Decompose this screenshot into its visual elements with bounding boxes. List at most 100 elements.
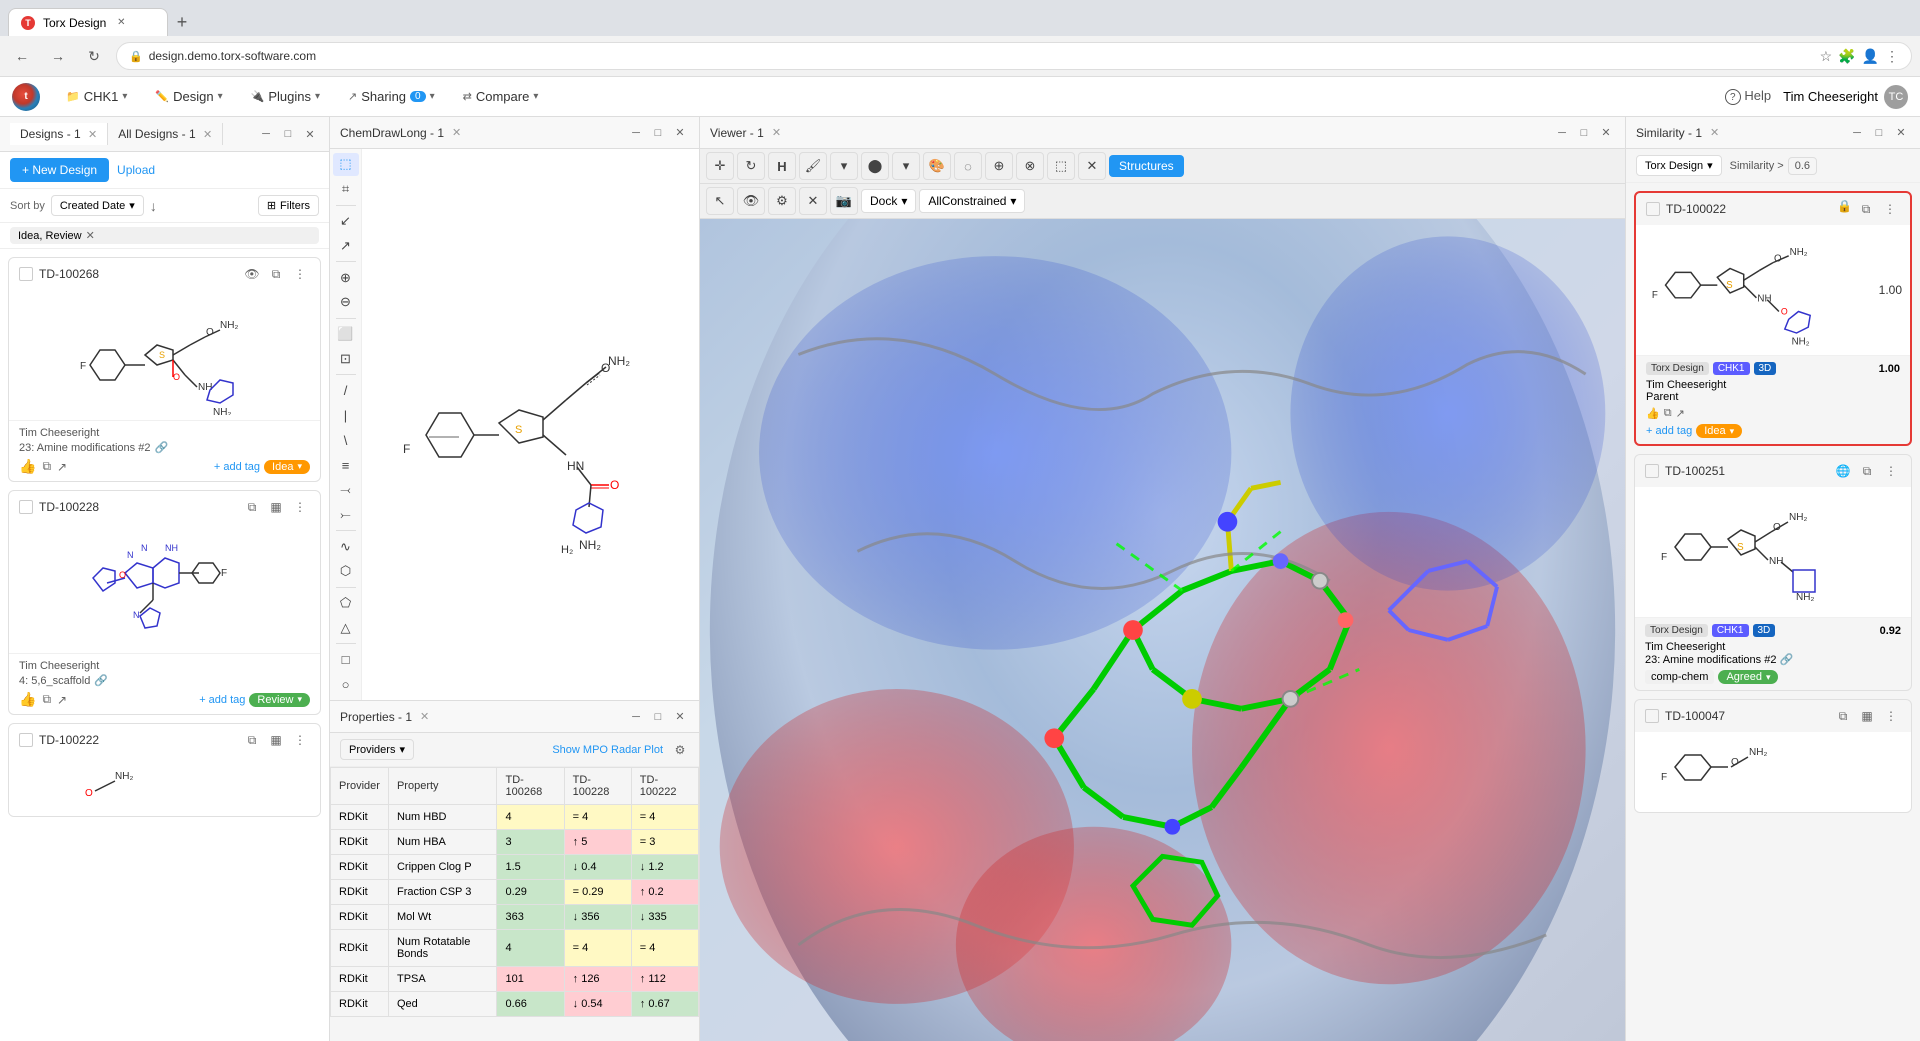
viewer-tool-palette[interactable]: 🎨 [923, 152, 951, 180]
viewer-tool-gear[interactable]: ⚙ [768, 187, 796, 215]
sim-copy-btn-2[interactable]: ⧉ [1857, 461, 1877, 481]
tool-bond5[interactable]: ⤙ [333, 479, 359, 502]
3d-viewer[interactable] [700, 219, 1625, 1041]
design-checkbox-2[interactable] [19, 500, 33, 514]
viewer-tool-sphere[interactable]: ⬤ [861, 152, 889, 180]
tool-erase[interactable]: ⬜ [333, 323, 359, 346]
tool-bond6[interactable]: ⤚ [333, 503, 359, 526]
properties-close[interactable]: ✕ [671, 708, 689, 726]
tag-filter-close[interactable]: ✕ [86, 229, 95, 242]
design-more-btn-2[interactable]: ⋮ [290, 497, 310, 517]
viewer-tool-crosshair[interactable]: ⊗ [1016, 152, 1044, 180]
chemdraw-tab-close[interactable]: ✕ [452, 126, 461, 139]
similarity-tab-close[interactable]: ✕ [1710, 126, 1719, 139]
sort-select[interactable]: Created Date ▾ [51, 195, 144, 216]
design-more-btn-1[interactable]: ⋮ [290, 264, 310, 284]
tool-pentagon[interactable]: ⬠ [333, 592, 359, 615]
active-tab[interactable]: T Torx Design ✕ [8, 8, 168, 36]
dock-dropdown[interactable]: Dock ▾ [861, 189, 916, 213]
structures-button[interactable]: Structures [1109, 155, 1184, 177]
design-grid-btn-2[interactable]: ▦ [266, 497, 286, 517]
tab-close-btn[interactable]: ✕ [114, 16, 128, 30]
sim-thumb-1[interactable]: 👍 [1646, 407, 1660, 420]
sim-source-select[interactable]: Torx Design ▾ [1636, 155, 1722, 176]
help-button[interactable]: ? Help [1725, 88, 1771, 106]
sim-checkbox-2[interactable] [1645, 464, 1659, 478]
sort-direction-btn[interactable]: ↓ [150, 198, 157, 214]
tag-badge-review-2[interactable]: Review ▾ [249, 693, 310, 707]
share-1[interactable]: ↗ [57, 460, 67, 474]
chemdraw-maximize[interactable]: □ [649, 124, 667, 142]
thumb-up-1[interactable]: 👍 [19, 458, 36, 475]
tool-zoom-in[interactable]: ⊕ [333, 266, 359, 289]
sim-copy-btn-1[interactable]: ⧉ [1856, 199, 1876, 219]
sim-more-btn-1[interactable]: ⋮ [1880, 199, 1900, 219]
tag-filter[interactable]: Idea, Review ✕ [10, 227, 319, 244]
sim-copy-1[interactable]: ⧉ [1664, 407, 1672, 420]
tool-bond2[interactable]: | [333, 404, 359, 427]
chk1-dropdown[interactable]: 📁 CHK1 ▾ [56, 85, 137, 108]
sim-more-btn-3[interactable]: ⋮ [1881, 706, 1901, 726]
back-button[interactable]: ← [8, 42, 36, 70]
plugins-dropdown[interactable]: 🔌 Plugins ▾ [241, 85, 330, 108]
add-tag-2[interactable]: + add tag [199, 694, 245, 706]
sim-checkbox-3[interactable] [1645, 709, 1659, 723]
sim-checkbox-1[interactable] [1646, 202, 1660, 216]
tool-atom[interactable]: ⊡ [333, 348, 359, 371]
sim-series-link-2[interactable]: 🔗 [1780, 654, 1794, 666]
viewer-tool-surface[interactable]: ◌ [954, 152, 982, 180]
user-menu-button[interactable]: Tim Cheeseright TC [1783, 85, 1908, 109]
sim-copy-btn-3[interactable]: ⧉ [1833, 706, 1853, 726]
viewer-tool-rotate[interactable]: ↻ [737, 152, 765, 180]
viewer-minimize[interactable]: ─ [1553, 124, 1571, 142]
tool-bond3[interactable]: \ [333, 429, 359, 452]
lock-icon-1[interactable]: 🔒 [1837, 199, 1852, 219]
viewer-tool-move[interactable]: ✛ [706, 152, 734, 180]
designs-panel-minimize[interactable]: ─ [257, 125, 275, 143]
copy-link-2[interactable]: ⧉ [42, 692, 51, 707]
url-bar[interactable]: 🔒 design.demo.torx-software.com ☆ 🧩 👤 ⋮ [116, 42, 1912, 70]
sim-more-btn-2[interactable]: ⋮ [1881, 461, 1901, 481]
copy-link-1[interactable]: ⧉ [42, 459, 51, 474]
sharing-dropdown[interactable]: ↗ Sharing 0 ▾ [338, 85, 445, 108]
design-more-btn-3[interactable]: ⋮ [290, 730, 310, 750]
sim-add-tag-1[interactable]: + add tag [1646, 425, 1692, 437]
design-copy-btn-2[interactable]: ⧉ [242, 497, 262, 517]
viewer-tool-map[interactable]: ⊕ [985, 152, 1013, 180]
sim-globe-btn-2[interactable]: 🌐 [1833, 461, 1853, 481]
thumb-up-2[interactable]: 👍 [19, 691, 36, 708]
tool-circle[interactable]: ○ [333, 673, 359, 696]
constrained-dropdown[interactable]: AllConstrained ▾ [919, 189, 1025, 213]
tool-bond4[interactable]: ≡ [333, 454, 359, 477]
viewer-tool-snapshot[interactable]: 📷 [830, 187, 858, 215]
viewer-tool-measure[interactable]: ⬚ [1047, 152, 1075, 180]
design-checkbox-1[interactable] [19, 267, 33, 281]
similarity-minimize[interactable]: ─ [1848, 124, 1866, 142]
tool-zoom-out[interactable]: ⊖ [333, 291, 359, 314]
sim-share-1[interactable]: ↗ [1676, 407, 1685, 420]
new-tab-button[interactable]: + [168, 8, 196, 36]
sim-grid-btn-3[interactable]: ▦ [1857, 706, 1877, 726]
designs-tab[interactable]: Designs - 1 ✕ [10, 123, 108, 145]
tag-badge-idea-1[interactable]: Idea ▾ [264, 460, 310, 474]
designs-tab-close[interactable]: ✕ [88, 129, 97, 141]
viewer-tool-delete[interactable]: ✕ [799, 187, 827, 215]
similarity-close[interactable]: ✕ [1892, 124, 1910, 142]
tool-bond[interactable]: / [333, 379, 359, 402]
tool-chain[interactable]: ∿ [333, 535, 359, 558]
designs-panel-maximize[interactable]: □ [279, 125, 297, 143]
design-copy-btn-3[interactable]: ⧉ [242, 730, 262, 750]
filter-button[interactable]: ⊞ Filters [258, 195, 319, 216]
series-link-1[interactable]: 🔗 [154, 441, 168, 454]
providers-button[interactable]: Providers ▾ [340, 739, 414, 760]
designs-panel-close[interactable]: ✕ [301, 125, 319, 143]
properties-settings-btn[interactable]: ⚙ [671, 741, 689, 759]
viewer-tool-chevron[interactable]: ▾ [830, 152, 858, 180]
viewer-tool-x[interactable]: ✕ [1078, 152, 1106, 180]
all-designs-tab[interactable]: All Designs - 1 ✕ [108, 123, 223, 145]
compare-dropdown[interactable]: ⇄ Compare ▾ [453, 85, 549, 108]
new-design-button[interactable]: + New Design [10, 158, 109, 182]
tool-ring6[interactable]: ⬡ [333, 560, 359, 583]
design-copy-btn-1[interactable]: ⧉ [266, 264, 286, 284]
similarity-maximize[interactable]: □ [1870, 124, 1888, 142]
